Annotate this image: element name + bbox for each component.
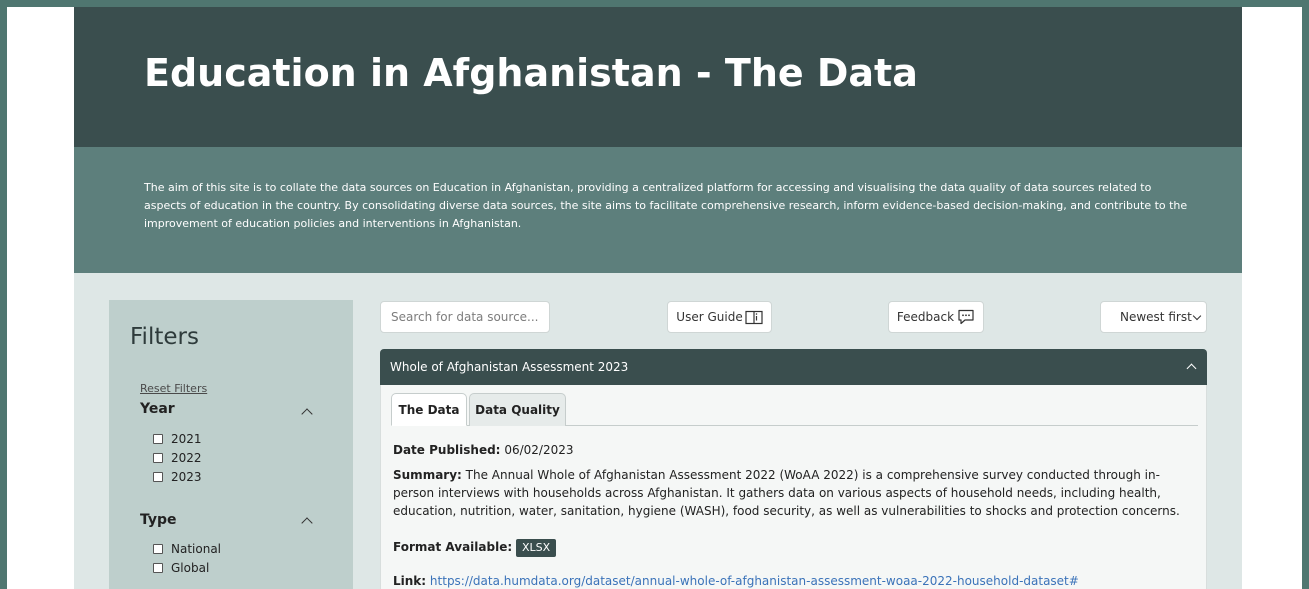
format-available: Format Available: XLSX xyxy=(393,538,557,557)
tab-the-data[interactable]: The Data xyxy=(391,393,467,426)
filter-option-label: 2023 xyxy=(171,470,202,484)
checkbox[interactable] xyxy=(153,563,163,573)
intro-text: The aim of this site is to collate the d… xyxy=(144,181,1188,230)
date-published: Date Published: 06/02/2023 xyxy=(393,441,573,459)
filter-option-2023[interactable]: 2023 xyxy=(153,469,202,485)
dataset-accordion-body: The Data Data Quality Date Published: 06… xyxy=(380,385,1207,589)
chevron-up-icon[interactable] xyxy=(301,408,313,420)
format-badge: XLSX xyxy=(515,539,557,557)
chevron-down-icon xyxy=(1192,311,1202,321)
feedback-label: Feedback xyxy=(896,310,955,324)
header-banner: Education in Afghanistan - The Data xyxy=(74,7,1242,147)
summary: Summary: The Annual Whole of Afghanistan… xyxy=(393,466,1198,520)
dataset-accordion-header[interactable]: Whole of Afghanistan Assessment 2023 xyxy=(380,349,1207,385)
filter-option-2021[interactable]: 2021 xyxy=(153,431,202,447)
filter-option-label: 2022 xyxy=(171,451,202,465)
filters-title: Filters xyxy=(130,324,199,350)
tab-data-quality[interactable]: Data Quality xyxy=(469,393,566,426)
sort-selected-value: Newest first xyxy=(1120,310,1192,324)
filter-group-type-title[interactable]: Type xyxy=(140,512,177,528)
user-guide-button[interactable]: User Guide xyxy=(667,301,772,333)
book-icon xyxy=(745,310,763,324)
page-title: Education in Afghanistan - The Data xyxy=(144,51,918,95)
content-frame: Education in Afghanistan - The Data The … xyxy=(74,7,1242,589)
page: Education in Afghanistan - The Data The … xyxy=(7,7,1302,589)
chat-bubble-icon xyxy=(958,309,974,325)
sort-select[interactable]: Newest first xyxy=(1100,301,1207,333)
checkbox[interactable] xyxy=(153,472,163,482)
format-label: Format Available: xyxy=(393,540,513,554)
filter-option-2022[interactable]: 2022 xyxy=(153,450,202,466)
search-input[interactable]: Search for data source... xyxy=(380,301,550,333)
filter-option-global[interactable]: Global xyxy=(153,560,209,576)
filter-group-year-title[interactable]: Year xyxy=(140,401,175,417)
filter-option-label: 2021 xyxy=(171,432,202,446)
feedback-button[interactable]: Feedback xyxy=(888,301,984,333)
date-value: 06/02/2023 xyxy=(504,443,574,457)
chevron-up-icon[interactable] xyxy=(1186,363,1197,374)
link-label: Link: xyxy=(393,574,427,588)
dataset-url-link[interactable]: https://data.humdata.org/dataset/annual-… xyxy=(430,574,1079,588)
summary-value: The Annual Whole of Afghanistan Assessme… xyxy=(393,468,1180,518)
summary-label: Summary: xyxy=(393,468,462,482)
checkbox[interactable] xyxy=(153,434,163,444)
chevron-up-icon[interactable] xyxy=(301,517,313,529)
user-guide-label: User Guide xyxy=(676,310,743,324)
filter-option-national[interactable]: National xyxy=(153,541,221,557)
filter-option-label: National xyxy=(171,542,222,556)
filter-option-label: Global xyxy=(171,561,210,575)
dataset-link: Link: https://data.humdata.org/dataset/a… xyxy=(393,572,1079,589)
dataset-title: Whole of Afghanistan Assessment 2023 xyxy=(390,360,629,374)
date-label: Date Published: xyxy=(393,443,501,457)
checkbox[interactable] xyxy=(153,544,163,554)
reset-filters-link[interactable]: Reset Filters xyxy=(140,382,207,395)
intro-section: The aim of this site is to collate the d… xyxy=(74,147,1242,273)
filters-panel: Filters Reset Filters Year 2021 2022 202… xyxy=(109,300,353,589)
checkbox[interactable] xyxy=(153,453,163,463)
